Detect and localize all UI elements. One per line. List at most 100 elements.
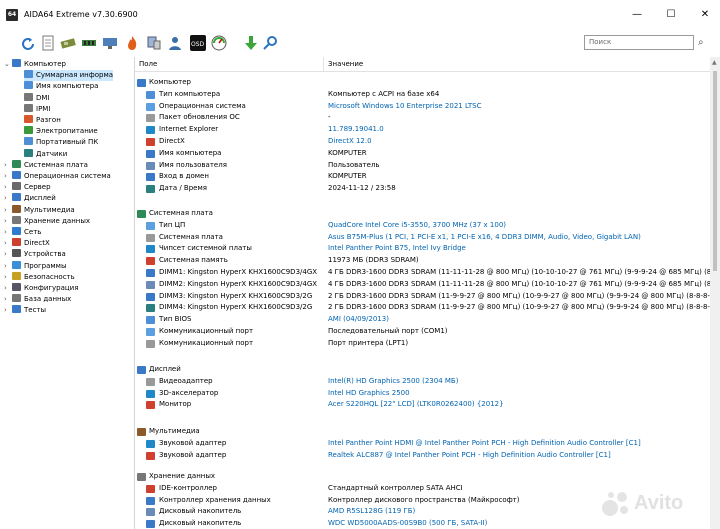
tree-item[interactable]: IPMI — [24, 103, 50, 115]
table-row[interactable]: Операционная система Microsoft Windows 10… — [135, 101, 710, 112]
minimize-button[interactable]: — — [622, 6, 652, 24]
tree-item[interactable]: ⌄ Компьютер — [4, 59, 66, 70]
table-row[interactable]: Звуковой адаптер Realtek ALC887 @ Intel P… — [135, 450, 710, 461]
tree-item[interactable]: › Мультимедиа — [4, 204, 75, 216]
table-row[interactable]: Чипсет системной платы Intel Panther Poin… — [135, 243, 710, 254]
field-value-link[interactable]: 11.789.19041.0 — [328, 124, 384, 135]
tree-item[interactable]: Электропитание — [24, 126, 98, 137]
memory-icon[interactable] — [81, 35, 97, 51]
column-separator[interactable] — [323, 57, 324, 71]
table-row[interactable]: Пакет обновления ОС - — [135, 112, 710, 123]
chevron-right-icon[interactable]: › — [4, 182, 12, 193]
flame-icon[interactable] — [124, 35, 140, 51]
column-field-header[interactable]: Поле — [139, 60, 157, 68]
field-value-link[interactable]: DirectX 12.0 — [328, 136, 372, 147]
maximize-button[interactable]: ☐ — [656, 6, 686, 24]
chevron-right-icon[interactable]: › — [4, 272, 12, 283]
search-input[interactable]: Поиск — [584, 35, 694, 50]
download-arrow-icon[interactable] — [243, 35, 259, 51]
table-row[interactable]: Вход в домен KOMPUTER — [135, 171, 710, 182]
scroll-up-icon[interactable]: ▲ — [712, 59, 717, 66]
tree-item[interactable]: › Программы — [4, 260, 67, 272]
table-row[interactable]: DIMM2: Kingston HyperX KHX1600C9D3/4GX 4 … — [135, 279, 720, 290]
tree-item[interactable]: Имя компьютера — [24, 81, 98, 92]
devices-icon[interactable] — [146, 35, 162, 51]
tree-item[interactable]: › Сеть — [4, 227, 41, 238]
vertical-scrollbar[interactable]: ▲ — [710, 57, 720, 529]
tree-item[interactable]: Датчики — [24, 148, 67, 160]
chevron-right-icon[interactable]: › — [4, 171, 12, 182]
table-row[interactable]: Коммуникационный порт Последовательный по… — [135, 326, 710, 337]
tree-item[interactable]: Разгон — [24, 115, 61, 126]
table-row[interactable]: 3D-акселератор Intel HD Graphics 2500 — [135, 388, 710, 399]
table-row[interactable]: DIMM3: Kingston HyperX KHX1600C9D3/2G 2 Г… — [135, 291, 714, 302]
chevron-right-icon[interactable]: › — [4, 216, 12, 227]
tree-item[interactable]: › Системная плата — [4, 159, 88, 171]
field-value-link[interactable]: AMI (04/09/2013) — [328, 314, 389, 325]
chevron-right-icon[interactable]: › — [4, 305, 12, 316]
field-value-link[interactable]: Microsoft Windows 10 Enterprise 2021 LTS… — [328, 101, 482, 112]
osd-icon[interactable]: OSD — [190, 35, 206, 51]
table-row[interactable]: Internet Explorer 11.789.19041.0 — [135, 124, 710, 135]
field-value-link[interactable]: Acer S220HQL [22" LCD] (LTK0R0262400) {2… — [328, 399, 504, 410]
network-icon[interactable] — [102, 35, 118, 51]
table-row[interactable]: Системная плата Asus B75M-Plus (1 PCI, 1 … — [135, 232, 710, 243]
field-value-link[interactable]: Intel HD Graphics 2500 — [328, 388, 410, 399]
tree-item[interactable]: Суммарная информа — [24, 70, 114, 82]
scroll-thumb[interactable] — [713, 71, 717, 271]
tree-item[interactable]: › Хранение данных — [4, 215, 90, 227]
gauge-icon[interactable] — [211, 35, 227, 51]
tree-item[interactable]: › DirectX — [4, 238, 50, 249]
table-row[interactable]: Тип ЦП QuadCore Intel Core i5-3550, 3700 … — [135, 220, 710, 231]
chevron-right-icon[interactable]: › — [4, 294, 12, 305]
field-value-link[interactable]: WDC WD5000AADS-00S9B0 (500 ГБ, SATA-II) — [328, 518, 487, 529]
chevron-down-icon[interactable]: ⌄ — [4, 59, 12, 70]
table-row[interactable]: Тип компьютера Компьютер с ACPI на базе x… — [135, 89, 710, 100]
tree-item[interactable]: Портативный ПК — [24, 137, 98, 148]
refresh-icon[interactable] — [20, 36, 36, 52]
table-row[interactable]: Дата / Время 2024-11-12 / 23:58 — [135, 183, 710, 194]
table-row[interactable]: Тип BIOS AMI (04/09/2013) — [135, 314, 710, 325]
field-value-link[interactable]: AMD R5SL128G (119 ГБ) — [328, 506, 415, 517]
chevron-right-icon[interactable]: › — [4, 193, 12, 204]
report-icon[interactable] — [40, 35, 56, 51]
tree-item[interactable]: › Устройства — [4, 249, 66, 260]
chevron-right-icon[interactable]: › — [4, 249, 12, 260]
table-row[interactable]: Монитор Acer S220HQL [22" LCD] (LTK0R0262… — [135, 399, 710, 410]
table-row[interactable]: Имя пользователя Пользователь — [135, 160, 710, 171]
motherboard-icon[interactable] — [60, 35, 76, 51]
table-row[interactable]: Имя компьютера KOMPUTER — [135, 148, 710, 159]
table-row[interactable]: Видеоадаптер Intel(R) HD Graphics 2500 (2… — [135, 376, 710, 387]
field-value-link[interactable]: Realtek ALC887 @ Intel Panther Point PCH… — [328, 450, 611, 461]
field-value-link[interactable]: Intel(R) HD Graphics 2500 (2304 МБ) — [328, 376, 458, 387]
table-row[interactable]: DIMM1: Kingston HyperX KHX1600C9D3/4GX 4 … — [135, 267, 720, 278]
chevron-right-icon[interactable]: › — [4, 227, 12, 238]
chevron-right-icon[interactable]: › — [4, 283, 12, 294]
field-value-link[interactable]: Intel Panther Point B75, Intel Ivy Bridg… — [328, 243, 466, 254]
field-value-link[interactable]: Asus B75M-Plus (1 PCI, 1 PCI-E x1, 1 PCI… — [328, 232, 641, 243]
tree-item[interactable]: DMI — [24, 92, 50, 104]
tree-item[interactable]: › Операционная система — [4, 171, 111, 182]
chevron-right-icon[interactable]: › — [4, 238, 12, 249]
table-row[interactable]: DIMM4: Kingston HyperX KHX1600C9D3/2G 2 Г… — [135, 302, 714, 313]
table-row[interactable]: Звуковой адаптер Intel Panther Point HDMI… — [135, 438, 710, 449]
chevron-right-icon[interactable]: › — [4, 261, 12, 272]
table-row[interactable]: Коммуникационный порт Порт принтера (LPT1… — [135, 338, 710, 349]
search-tool-icon[interactable] — [263, 35, 279, 51]
tree-item[interactable]: › Дисплей — [4, 193, 56, 204]
tree-item[interactable]: › Сервер — [4, 182, 51, 193]
search-icon[interactable]: ⌕ — [698, 37, 704, 48]
tree-item[interactable]: › Безопасность — [4, 271, 75, 283]
chevron-right-icon[interactable]: › — [4, 205, 12, 216]
tree-item[interactable]: › База данных — [4, 294, 71, 305]
chevron-right-icon[interactable]: › — [4, 160, 12, 171]
field-value-link[interactable]: QuadCore Intel Core i5-3550, 3700 MHz (3… — [328, 220, 506, 231]
table-row[interactable]: DirectX DirectX 12.0 — [135, 136, 710, 147]
column-value-header[interactable]: Значение — [328, 60, 363, 68]
close-button[interactable]: ✕ — [690, 6, 720, 24]
table-row[interactable]: Системная память 11973 МБ (DDR3 SDRAM) — [135, 255, 710, 266]
field-value-link[interactable]: Intel Panther Point HDMI @ Intel Panther… — [328, 438, 641, 449]
tree-item[interactable]: › Тесты — [4, 305, 46, 316]
navigation-tree[interactable]: ⌄ Компьютер Суммарная информа Имя компьютер… — [0, 57, 135, 529]
user-icon[interactable] — [167, 35, 183, 51]
